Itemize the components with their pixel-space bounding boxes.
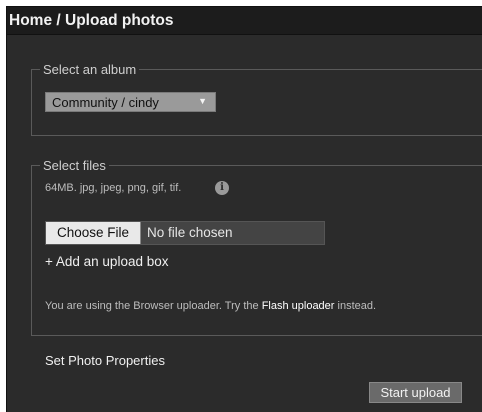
page-header: Home / Upload photos [7, 7, 482, 35]
album-select-value: Community / cindy [52, 95, 159, 110]
album-legend: Select an album [43, 62, 137, 77]
upload-panel: Home / Upload photos Select an album Sel… [6, 6, 482, 412]
uploader-note: You are using the Browser uploader. Try … [45, 300, 376, 312]
add-upload-box-link[interactable]: + Add an upload box [45, 254, 168, 269]
breadcrumb-home-link[interactable]: Home [9, 12, 52, 29]
uploader-note-prefix: You are using the Browser uploader. Try … [45, 300, 259, 312]
no-file-chosen-text: No file chosen [147, 225, 233, 240]
files-legend: Select files [43, 158, 106, 173]
breadcrumb-separator: / [56, 12, 61, 29]
set-photo-properties-label: Set Photo Properties [45, 353, 165, 368]
file-input[interactable]: Choose File No file chosen [45, 221, 325, 245]
breadcrumb: Home / Upload photos [9, 12, 174, 30]
allowed-file-types: 64MB. jpg, jpeg, png, gif, tif. [45, 182, 182, 194]
triangle-down-icon: ▼ [198, 96, 207, 106]
choose-file-button[interactable]: Choose File [46, 222, 141, 244]
start-upload-button[interactable]: Start upload [369, 382, 462, 403]
uploader-note-suffix: instead. [337, 300, 377, 312]
info-icon[interactable]: i [215, 181, 229, 195]
album-select[interactable]: Community / cindy ▼ [45, 92, 216, 112]
page-title: Upload photos [65, 12, 174, 29]
flash-uploader-link[interactable]: Flash uploader [262, 300, 335, 312]
